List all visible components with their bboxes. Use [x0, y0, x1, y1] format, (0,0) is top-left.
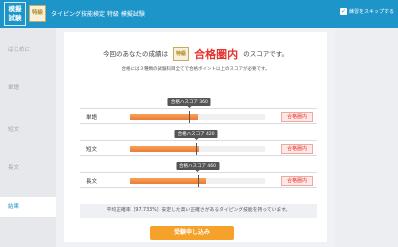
checkbox-checked-icon[interactable]: ✓: [339, 8, 347, 15]
result-card: 今回のあなたの成績は 特級 合格圏内 のスコアです。 合格には３種類の試験科目全…: [64, 32, 327, 242]
pass-threshold-label: 合格ハスコア 420: [174, 130, 218, 140]
sidebar-item-words[interactable]: 単語: [0, 78, 56, 98]
pass-threshold-marker: 合格ハスコア 360: [167, 98, 211, 123]
score-bar-fill: [130, 146, 199, 152]
score-row-words: 単語 合格ハスコア 360 合格圏内: [80, 98, 317, 124]
status-badge: 合格圏内: [281, 176, 313, 186]
score-row-short-text: 短文 合格ハスコア 420 合格圏内: [80, 130, 317, 156]
row-label: 長文: [86, 179, 98, 185]
score-bar: 合格ハスコア 460: [130, 162, 265, 187]
pass-condition-note: 合格には３種類の試験科目全てで合格ボイント以上のスコアが必要です。: [121, 67, 270, 72]
pass-threshold-label: 合格ハスコア 460: [175, 162, 220, 172]
sidebar-item-intro[interactable]: はじめに: [0, 40, 56, 60]
pass-threshold-marker: 合格ハスコア 460: [175, 162, 220, 187]
result-headline: 今回のあなたの成績は 特級 合格圏内 のスコアです。: [64, 46, 327, 62]
grade-badge-icon: 特級: [29, 5, 46, 22]
pass-threshold-marker: 合格ハスコア 420: [174, 130, 218, 155]
result-outcome: 合格圏内: [194, 48, 239, 61]
status-badge: 合格圏内: [281, 112, 313, 122]
right-pane: [335, 28, 398, 247]
sidebar-item-short-text[interactable]: 短文: [0, 120, 56, 140]
status-badge: 合格圏内: [281, 144, 313, 154]
accuracy-summary: 平均正確率［97.733%］安定した高い正確さがあるタイピング技能を持っています…: [80, 204, 317, 218]
grade-badge: 特級: [173, 47, 190, 61]
logo-line2: 試験: [8, 14, 22, 22]
sidebar-item-long-text[interactable]: 長文: [0, 158, 56, 178]
header-title: タイピング技能検定 特級 模擬試験: [51, 11, 145, 18]
skip-practice-toggle[interactable]: ✓ 練習をスキップする: [339, 8, 394, 15]
logo-line1: 模擬: [8, 5, 22, 13]
mock-exam-logo: 模擬 試験: [4, 2, 26, 26]
apply-exam-button[interactable]: 受験申し込み: [150, 226, 234, 240]
row-label: 短文: [86, 147, 98, 153]
app-header: 模擬 試験 特級 タイピング技能検定 特級 模擬試験 ✓ 練習をスキップする: [0, 0, 398, 28]
score-bar: 合格ハスコア 360: [130, 98, 265, 123]
sidebar: はじめに 単語 短文 長文 結果: [0, 28, 60, 247]
result-suffix: のスコアです。: [243, 50, 289, 58]
score-bar-fill: [130, 178, 206, 184]
score-bar: 合格ハスコア 420: [130, 130, 265, 155]
result-prefix: 今回のあなたの成績は: [102, 50, 168, 58]
row-label: 単語: [86, 115, 98, 121]
score-bar-fill: [130, 114, 198, 120]
skip-practice-label: 練習をスキップする: [348, 9, 394, 15]
sidebar-item-results[interactable]: 結果: [0, 197, 60, 217]
pass-threshold-label: 合格ハスコア 360: [167, 98, 211, 108]
score-row-long-text: 長文 合格ハスコア 460 合格圏内: [80, 162, 317, 188]
main-content: 今回のあなたの成績は 特級 合格圏内 のスコアです。 合格には３種類の試験科目全…: [56, 28, 398, 247]
